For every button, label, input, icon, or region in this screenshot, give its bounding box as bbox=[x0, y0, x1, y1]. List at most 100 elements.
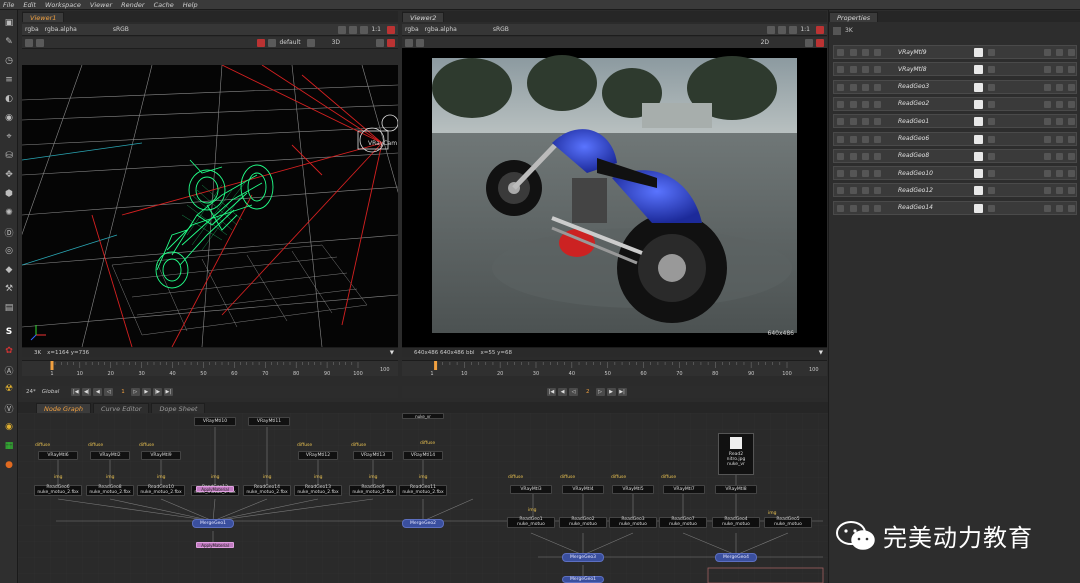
node-readgeo5[interactable]: ReadGeo5 nuke_motuo bbox=[764, 517, 812, 528]
viewer2-channels[interactable]: rgba bbox=[405, 26, 419, 33]
node-vraymtl10[interactable]: VRayMtl10 bbox=[194, 417, 236, 426]
viewer2-lock-icon[interactable] bbox=[416, 38, 424, 47]
close-panel-icon[interactable] bbox=[1068, 118, 1075, 126]
viewer2-wire-icon[interactable] bbox=[805, 38, 813, 47]
viewer2-pause-icon[interactable] bbox=[816, 25, 824, 34]
font-color-icon[interactable] bbox=[988, 204, 995, 212]
viewer2-viewport[interactable]: 640x486 bbox=[402, 48, 827, 347]
viewer1-play-back-icon[interactable]: ◁ bbox=[104, 388, 114, 396]
metadata-tool-icon[interactable]: ◆ bbox=[2, 263, 16, 277]
image-tool-icon[interactable]: ▣ bbox=[2, 16, 16, 30]
node-readgeo1[interactable]: ReadGeo1 nuke_motuo bbox=[507, 517, 555, 528]
viewer1-play-icon[interactable]: ▷ bbox=[130, 388, 140, 396]
properties-filter[interactable]: 3K bbox=[845, 27, 853, 34]
close-panel-icon[interactable] bbox=[1068, 49, 1075, 56]
keyer-tool-icon[interactable]: ⌖ bbox=[2, 130, 16, 144]
close-panel-icon[interactable] bbox=[1068, 135, 1075, 143]
float-panel-icon[interactable] bbox=[862, 135, 869, 143]
tab-dope-sheet[interactable]: Dope Sheet bbox=[151, 403, 206, 413]
help-icon[interactable] bbox=[1044, 152, 1051, 160]
view-node-icon[interactable] bbox=[850, 49, 857, 56]
help-icon[interactable] bbox=[1044, 187, 1051, 195]
time-tool-icon[interactable]: ◷ bbox=[2, 54, 16, 68]
deep-tool-icon[interactable]: Ⓓ bbox=[2, 225, 16, 239]
revert-icon[interactable] bbox=[1056, 152, 1063, 160]
expand-arrow-icon[interactable] bbox=[837, 170, 844, 178]
filter-tool-icon[interactable]: ◉ bbox=[2, 111, 16, 125]
help-icon[interactable] bbox=[1044, 100, 1051, 108]
node-color-icon[interactable] bbox=[874, 204, 881, 212]
revert-icon[interactable] bbox=[1056, 49, 1063, 56]
node-vraymtl8[interactable]: VRayMtl8 bbox=[715, 485, 757, 494]
help-icon[interactable] bbox=[1044, 118, 1051, 126]
view-node-icon[interactable] bbox=[850, 118, 857, 126]
view-node-icon[interactable] bbox=[850, 187, 857, 195]
node-color-icon[interactable] bbox=[874, 135, 881, 143]
node-readgeo8[interactable]: ReadGeo8 nuke_motuo_2.fbx bbox=[86, 485, 134, 496]
property-row-vraymtl9[interactable]: VRayMtl9 bbox=[833, 45, 1077, 59]
viewer2-alpha[interactable]: rgba.alpha bbox=[425, 26, 457, 33]
tile-color-icon[interactable] bbox=[974, 48, 983, 57]
view-node-icon[interactable] bbox=[850, 66, 857, 74]
close-panel-icon[interactable] bbox=[1068, 100, 1075, 108]
float-panel-icon[interactable] bbox=[862, 204, 869, 212]
node-vraymtl5[interactable]: VRayMtl5 bbox=[612, 485, 654, 494]
menu-cache[interactable]: Cache bbox=[154, 1, 174, 9]
expand-arrow-icon[interactable] bbox=[837, 204, 844, 212]
viewer2-first-frame-icon[interactable]: |◀ bbox=[547, 388, 556, 396]
viewer1-expand-icon[interactable]: ▼ bbox=[390, 350, 394, 356]
node-readgeo3[interactable]: ReadGeo3 nuke_motuo bbox=[609, 517, 657, 528]
timeline-end-frame[interactable]: 100 bbox=[380, 367, 390, 373]
channel-tool-icon[interactable]: ≡ bbox=[2, 73, 16, 87]
node-vraymtl2[interactable]: VRayMtl2 bbox=[90, 451, 130, 460]
tile-color-icon[interactable] bbox=[974, 82, 983, 92]
viewer1-last-frame-icon[interactable]: ▶| bbox=[163, 388, 173, 396]
tile-color-icon[interactable] bbox=[974, 117, 983, 127]
node-mergegeo2[interactable]: MergeGeo2 bbox=[402, 519, 444, 528]
viewer1-zoom[interactable]: 1:1 bbox=[371, 26, 381, 33]
node-vraymtl14[interactable]: VRayMtl14 bbox=[403, 451, 443, 460]
viewer2-next-frame-icon[interactable]: ▶ bbox=[606, 388, 616, 396]
timeline-playhead[interactable] bbox=[434, 361, 438, 370]
viewer1-cam-icon[interactable] bbox=[268, 38, 277, 47]
views-tool-icon[interactable]: ◎ bbox=[2, 244, 16, 258]
node-readgeo14[interactable]: ReadGeo14 nuke_motuo_2.fbx bbox=[243, 485, 291, 496]
font-color-icon[interactable] bbox=[988, 152, 995, 160]
property-row-readgeo14[interactable]: ReadGeo14 bbox=[833, 200, 1077, 215]
node-mergegeo4[interactable]: MergeGeo4 bbox=[715, 553, 757, 562]
viewer2-refresh-icon[interactable] bbox=[778, 25, 787, 34]
node-mergegeo1[interactable]: MergeGeo1 bbox=[192, 519, 234, 528]
float-panel-icon[interactable] bbox=[862, 49, 869, 56]
node-mergegeo3[interactable]: MergeGeo3 bbox=[562, 553, 604, 562]
node-vraymtl11[interactable]: VRayMtl11 bbox=[248, 417, 290, 426]
viewer1-mode[interactable]: 3D bbox=[332, 39, 340, 46]
node-readgeo4[interactable]: ReadGeo4 nuke_motuo bbox=[712, 517, 760, 528]
viewer1-scope[interactable]: Global bbox=[42, 389, 60, 395]
draw-tool-icon[interactable]: ✎ bbox=[2, 35, 16, 49]
expand-arrow-icon[interactable] bbox=[837, 100, 844, 108]
node-vraymtl13[interactable]: VRayMtl13 bbox=[353, 451, 393, 460]
expand-arrow-icon[interactable] bbox=[837, 49, 844, 56]
tile-color-icon[interactable] bbox=[974, 151, 983, 161]
viewer1-frame-icon[interactable] bbox=[25, 38, 33, 47]
node-readgeo6[interactable]: ReadGeo6 nuke_motuo_2.fbx bbox=[34, 485, 82, 496]
node-applymaterial-2[interactable]: ApplyMaterial bbox=[196, 542, 234, 548]
tile-color-icon[interactable] bbox=[974, 99, 983, 109]
revert-icon[interactable] bbox=[1056, 170, 1063, 178]
viewer1-stop-icon[interactable] bbox=[387, 38, 395, 47]
node-color-icon[interactable] bbox=[874, 66, 881, 74]
node-mergegeo-bottom[interactable]: MergeGeo1 bbox=[562, 576, 604, 583]
expand-arrow-icon[interactable] bbox=[837, 187, 844, 195]
tab-viewer1[interactable]: Viewer1 bbox=[22, 12, 65, 22]
view-node-icon[interactable] bbox=[850, 100, 857, 108]
viewer1-prev-frame-icon[interactable]: ◀ bbox=[93, 388, 103, 396]
viewer1-alpha[interactable]: rgba.alpha bbox=[45, 26, 77, 33]
tile-color-icon[interactable] bbox=[974, 65, 983, 75]
property-row-readgeo10[interactable]: ReadGeo10 bbox=[833, 166, 1077, 181]
viewer1-gain-icon[interactable] bbox=[338, 25, 347, 34]
gizmo-tool-icon[interactable]: Ⓐ bbox=[2, 363, 16, 377]
node-color-icon[interactable] bbox=[874, 83, 881, 91]
help-icon[interactable] bbox=[1044, 135, 1051, 143]
font-color-icon[interactable] bbox=[988, 66, 995, 74]
property-row-readgeo8[interactable]: ReadGeo8 bbox=[833, 148, 1077, 163]
